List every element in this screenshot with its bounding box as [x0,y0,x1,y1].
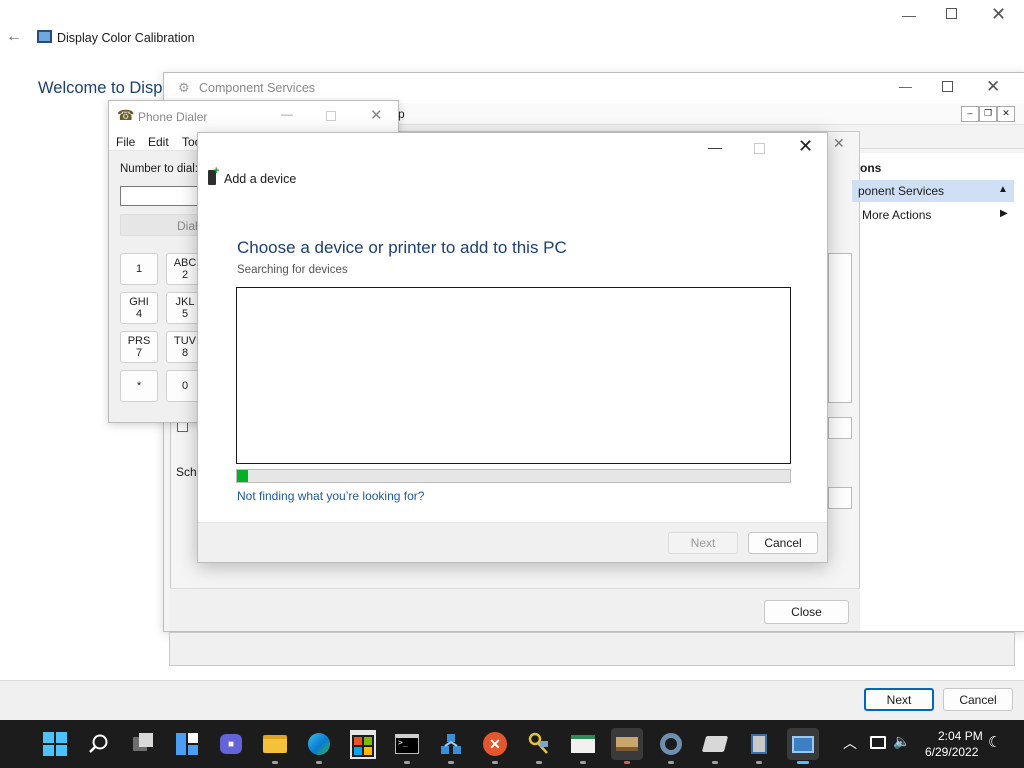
actions-header: ons [860,161,882,175]
add-device-window: — ✕ + Add a device Choose a device or pr… [197,132,828,563]
actions-pane [860,153,1024,631]
dialog-footer [170,588,860,631]
minimize-button[interactable]: — [281,107,293,121]
help-link[interactable]: Not finding what you’re looking for? [237,489,424,503]
key-star[interactable]: * [120,370,158,402]
clock-date[interactable]: 6/29/2022 [925,745,978,759]
moon-icon[interactable]: ☾ [988,733,1001,751]
widgets-icon[interactable] [171,728,203,760]
maximize-button[interactable] [326,111,336,121]
menu-file[interactable]: File [116,135,135,149]
close-button[interactable]: ✕ [991,4,1006,25]
status-bar [169,632,1015,666]
minimize-button[interactable]: — [902,7,916,23]
actions-item-label: ponent Services [858,184,945,198]
minimize-button[interactable]: — [708,139,722,155]
progress-fill [237,470,249,482]
key-1[interactable]: 1 [120,253,158,285]
restore-button[interactable] [946,8,957,19]
text-field[interactable] [828,253,852,403]
back-arrow-icon[interactable]: ← [6,28,22,46]
welcome-heading: Welcome to Display [38,79,184,97]
display-calibration-app-icon [37,30,52,43]
text-field[interactable] [828,417,852,439]
more-actions-item[interactable]: More Actions [862,208,931,222]
dial-button[interactable]: Dial [120,214,206,236]
search-progress-bar [236,469,791,483]
cancel-button[interactable]: Cancel [748,532,818,554]
windows-start-icon[interactable] [39,728,71,760]
close-dialog-button[interactable]: Close [764,600,849,624]
close-button[interactable]: ✕ [370,106,383,124]
key-app-icon[interactable] [523,728,555,764]
chat-icon[interactable]: ■ [215,728,247,760]
terminal-icon[interactable]: >_ [391,728,423,764]
window-title: Component Services [199,81,316,95]
next-button[interactable]: Next [864,688,934,711]
task-view-icon[interactable] [127,728,159,760]
network-status-icon[interactable] [870,736,886,749]
close-button[interactable]: ✕ [986,77,1000,97]
maximize-button[interactable] [754,143,765,154]
mdi-restore-button[interactable]: ❐ [979,106,997,122]
clock-time[interactable]: 2:04 PM [938,729,983,743]
plus-icon: + [213,165,220,177]
server-app-icon[interactable] [743,728,775,764]
color-calibration-icon[interactable] [787,728,819,764]
collapse-arrow-icon[interactable]: ▲ [998,184,1008,195]
component-services-icon: ⚙ [178,80,190,95]
store-icon[interactable] [347,728,379,760]
maximize-button[interactable] [942,81,953,92]
mdi-minimize-button[interactable]: – [961,106,979,122]
dialog-heading: Choose a device or printer to add to thi… [237,238,567,257]
settings-icon[interactable] [655,728,687,764]
dialog-title: Add a device [224,172,297,186]
close-icon[interactable]: ✕ [833,135,845,152]
device-list[interactable] [236,287,791,464]
next-button[interactable]: Next [668,532,738,554]
search-icon[interactable] [83,728,115,760]
text-field[interactable] [828,487,852,509]
x-app-icon[interactable]: ✕ [479,728,511,764]
cancel-button[interactable]: Cancel [943,688,1013,711]
key-7[interactable]: PRS 7 [120,331,158,363]
number-to-dial-label: Number to dial: [120,163,198,175]
edge-icon[interactable] [303,728,335,764]
window-title: Display Color Calibration [57,31,195,45]
window-title: Phone Dialer [138,110,208,124]
minimize-button[interactable]: — [899,79,912,94]
searching-status: Searching for devices [237,264,348,276]
volume-icon[interactable]: 🔈 [893,733,910,750]
menu-edit[interactable]: Edit [148,135,169,149]
file-explorer-icon[interactable] [259,728,291,764]
mdi-close-button[interactable]: ✕ [997,106,1015,122]
network-icon[interactable] [435,728,467,764]
submenu-arrow-icon: ▶ [1000,208,1008,219]
close-button[interactable]: ✕ [798,136,813,157]
chevron-up-icon[interactable]: ︿ [843,733,857,753]
phone-icon: ☎ [117,107,135,123]
books-app-icon[interactable] [611,728,643,764]
drive-app-icon[interactable] [699,728,731,764]
menu-item-fragment[interactable]: p [398,107,405,121]
dial-label: Dial [177,219,198,233]
key-4[interactable]: GHI 4 [120,292,158,324]
document-app-icon[interactable] [567,728,599,764]
